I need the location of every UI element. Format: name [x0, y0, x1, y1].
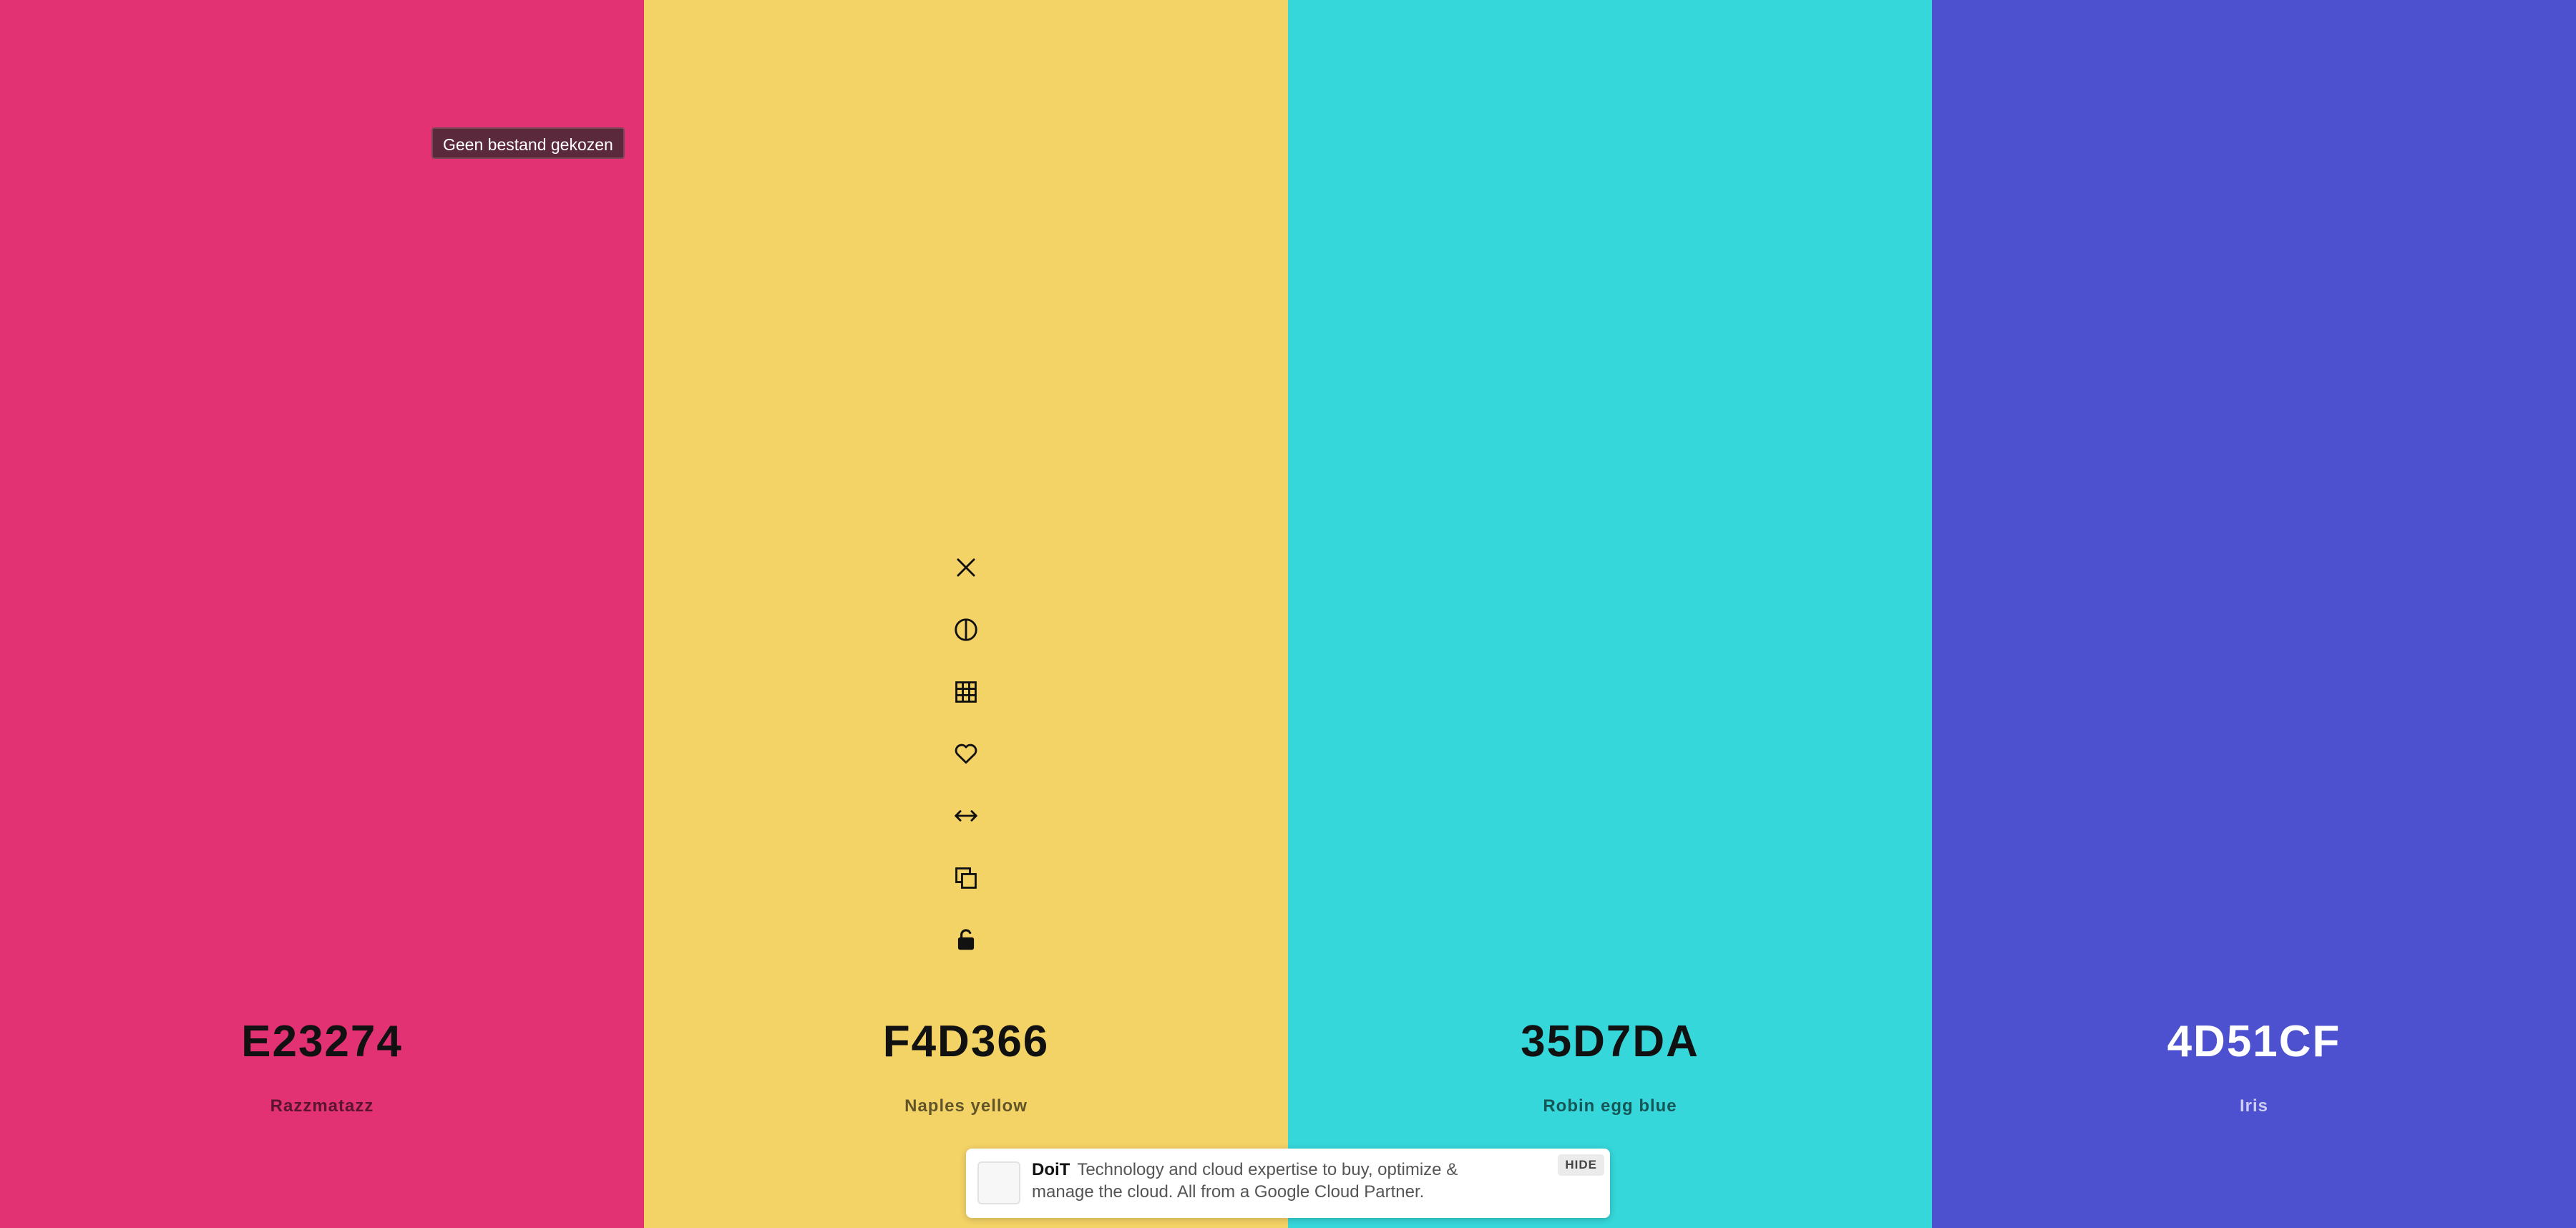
color-name: Naples yellow: [904, 1096, 1028, 1116]
remove-color-button[interactable]: [935, 537, 997, 599]
color-swatch-1[interactable]: E23274 Razzmatazz: [0, 0, 644, 1228]
color-name: Razzmatazz: [270, 1096, 374, 1116]
color-name: Iris: [2239, 1096, 2269, 1116]
copy-hex-button[interactable]: [935, 847, 997, 909]
file-input-tooltip: Geen bestand gekozen: [431, 127, 625, 159]
color-swatch-4[interactable]: 4D51CF Iris: [1932, 0, 2576, 1228]
drag-button[interactable]: [935, 785, 997, 847]
color-palette: E23274 Razzmatazz F4D366 Naples yellow 3…: [0, 0, 2576, 1228]
shades-button[interactable]: [935, 599, 997, 661]
copy-icon: [955, 867, 977, 889]
save-color-button[interactable]: [935, 723, 997, 785]
lock-color-button[interactable]: [935, 909, 997, 971]
contrast-icon: [955, 618, 977, 641]
hex-code[interactable]: E23274: [0, 1015, 644, 1069]
hex-code[interactable]: 35D7DA: [1288, 1015, 1932, 1069]
hex-code[interactable]: 4D51CF: [1932, 1015, 2576, 1069]
color-swatch-3[interactable]: 35D7DA Robin egg blue: [1288, 0, 1932, 1228]
sponsored-ad[interactable]: DoiT Technology and cloud expertise to bu…: [966, 1149, 1610, 1218]
view-shades-button[interactable]: [935, 661, 997, 723]
hide-ad-button[interactable]: HIDE: [1558, 1154, 1604, 1176]
ad-text[interactable]: DoiT Technology and cloud expertise to bu…: [1032, 1159, 1475, 1203]
swatch-toolbar: [935, 537, 997, 971]
unlock-icon: [957, 929, 975, 950]
ad-brand: DoiT: [1032, 1160, 1070, 1179]
heart-icon: [955, 744, 977, 764]
hex-code[interactable]: F4D366: [644, 1015, 1288, 1069]
color-name: Robin egg blue: [1543, 1096, 1677, 1116]
ad-description: Technology and cloud expertise to buy, o…: [1032, 1160, 1458, 1202]
ad-logo: [977, 1161, 1020, 1204]
close-icon: [957, 558, 975, 577]
drag-horizontal-icon: [955, 810, 977, 822]
shades-grid-icon: [955, 681, 977, 703]
